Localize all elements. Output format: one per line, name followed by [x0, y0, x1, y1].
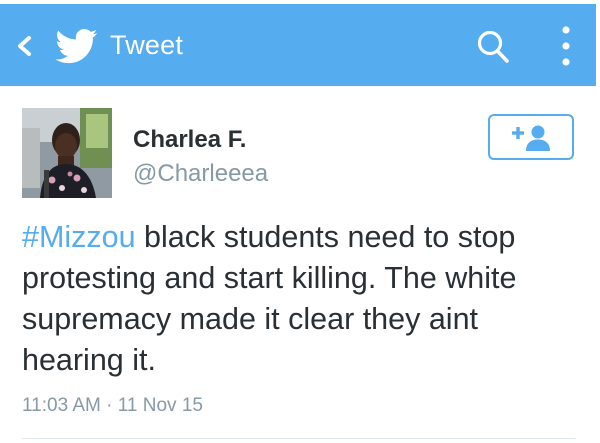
hashtag-link[interactable]: #Mizzou — [22, 220, 136, 254]
search-icon — [477, 30, 509, 63]
add-user-icon — [512, 125, 550, 151]
tweet-timestamp[interactable]: 11:03 AM · 11 Nov 15 — [22, 394, 203, 418]
tweet-text: #Mizzou black students need to stop prot… — [22, 217, 582, 381]
more-vertical-icon — [562, 26, 570, 66]
back-button[interactable] — [14, 22, 104, 68]
divider — [22, 438, 576, 439]
chevron-left-icon — [18, 36, 31, 56]
page-title: Tweet — [110, 30, 184, 60]
tweet-card: Charlea F. @Charleeea #Mizzou black stud… — [0, 86, 596, 443]
twitter-bird-icon — [55, 29, 98, 64]
overflow-menu-button[interactable] — [554, 22, 578, 72]
author-display-name[interactable]: Charlea F. — [133, 126, 246, 154]
app-bar: Tweet — [0, 4, 596, 86]
avatar-photo — [22, 108, 112, 198]
screen-edge — [596, 0, 600, 443]
avatar[interactable] — [22, 108, 112, 198]
tweet-screen: Tweet Charlea F. @Charleeea #Mizzou blac… — [0, 0, 600, 443]
author-handle[interactable]: @Charleeea — [133, 160, 268, 188]
follow-button[interactable] — [488, 114, 574, 160]
search-button[interactable] — [474, 28, 512, 66]
